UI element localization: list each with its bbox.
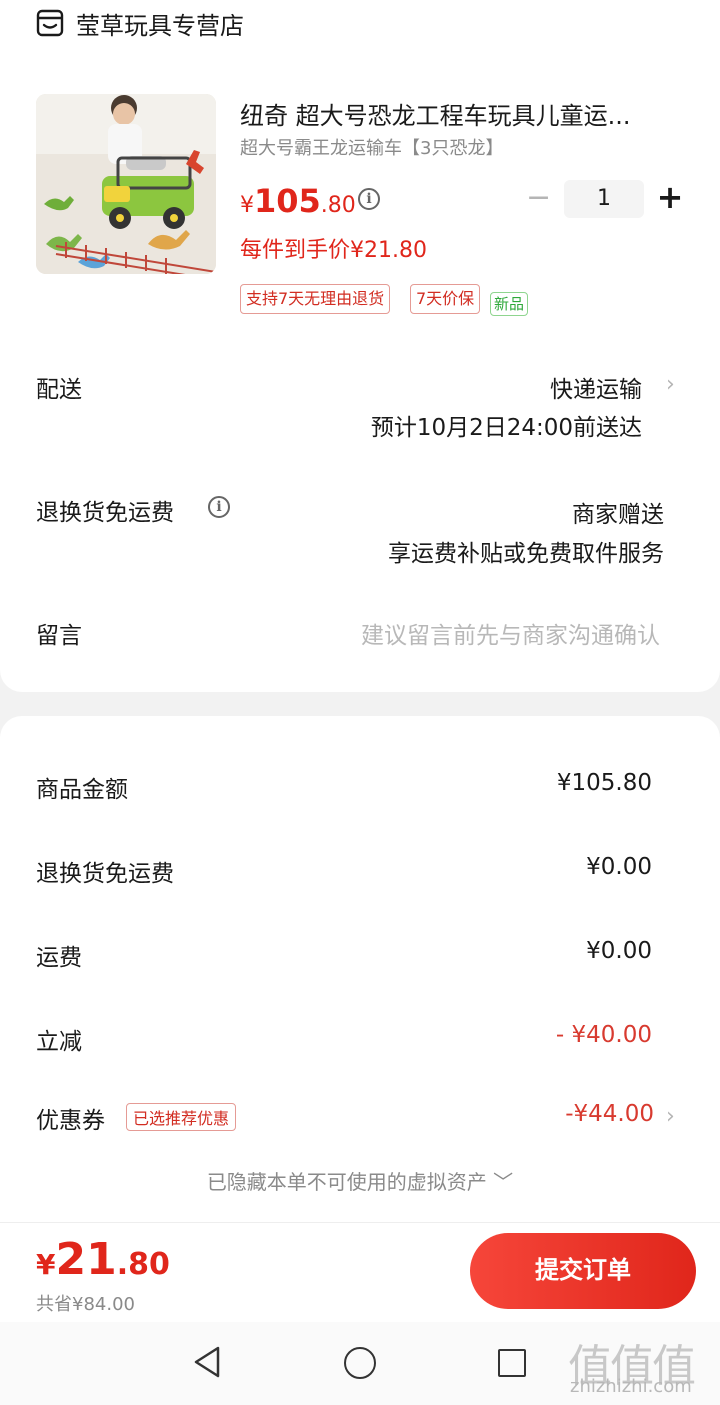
delivery-chevron-icon[interactable]: › [666, 372, 675, 397]
return-fee-value: ¥0.00 [586, 854, 652, 880]
product-spec[interactable]: 超大号霸王龙运输车【3只恐龙】 [240, 134, 503, 160]
submit-order-button[interactable]: 提交订单 [470, 1233, 696, 1309]
product-price: ¥105.80 [240, 182, 356, 220]
quantity-plus-button[interactable]: + [656, 178, 684, 216]
discount-value: - ¥40.00 [555, 1022, 652, 1048]
hidden-assets-toggle[interactable]: 已隐藏本单不可使用的虚拟资产 ﹀ [0, 1166, 720, 1195]
tag-new: 新品 [490, 292, 529, 316]
total-price: ¥21.80 [36, 1234, 170, 1285]
total-saved: 共省¥84.00 [36, 1294, 135, 1315]
delivery-method[interactable]: 快递运输 [550, 370, 642, 404]
unit-price: 每件到手价¥21.80 [240, 238, 427, 263]
total-decimal: .80 [116, 1247, 170, 1282]
shipping-fee-label: 运费 [36, 945, 82, 971]
nav-back-icon[interactable] [190, 1344, 224, 1380]
delivery-eta: 预计10月2日24:00前送达 [370, 415, 642, 441]
shipping-fee-value: ¥0.00 [586, 938, 652, 964]
order-item-card: 莹草玩具专营店 纽奇 超大号恐龙工程车玩具儿童运... 超大号霸王龙运输车【3只… [0, 0, 720, 692]
return-shipping-sub: 享运费补贴或免费取件服务 [388, 541, 664, 567]
tag-7day-return: 支持7天无理由退货 [240, 284, 391, 314]
delivery-label: 配送 [36, 377, 82, 403]
watermark-url: zhizhizhi.com [570, 1376, 692, 1397]
return-fee-label: 退换货免运费 [36, 861, 174, 887]
return-shipping-info-icon[interactable]: i [208, 496, 230, 518]
price-symbol: ¥ [240, 193, 254, 218]
quantity-minus-button[interactable]: − [526, 180, 551, 215]
total-symbol: ¥ [36, 1248, 56, 1281]
message-input[interactable]: 建议留言前先与商家沟通确认 [361, 616, 660, 650]
nav-home-icon[interactable] [344, 1347, 376, 1379]
store-name[interactable]: 莹草玩具专营店 [76, 6, 244, 41]
coupon-value[interactable]: -¥44.00 [565, 1101, 654, 1127]
price-info-icon[interactable]: i [358, 188, 380, 210]
product-image[interactable] [36, 94, 216, 274]
coupon-chevron-icon[interactable]: › [666, 1104, 675, 1129]
return-shipping-label: 退换货免运费 [36, 500, 174, 526]
store-icon [36, 9, 64, 37]
discount-label: 立减 [36, 1029, 82, 1055]
tag-price-protect: 7天价保 [410, 284, 481, 314]
price-integer: 105 [254, 182, 321, 220]
coupon-label: 优惠券 [36, 1108, 105, 1134]
coupon-recommend-tag: 已选推荐优惠 [126, 1103, 237, 1131]
quantity-input[interactable]: 1 [564, 180, 644, 218]
product-title[interactable]: 纽奇 超大号恐龙工程车玩具儿童运... [240, 96, 670, 131]
nav-recent-icon[interactable] [498, 1349, 526, 1377]
message-label: 留言 [36, 623, 82, 649]
price-decimal: .80 [320, 193, 356, 218]
return-shipping-value: 商家赠送 [572, 502, 664, 528]
total-integer: 21 [55, 1234, 117, 1285]
goods-amount-value: ¥105.80 [556, 770, 652, 796]
goods-amount-label: 商品金额 [36, 777, 128, 803]
